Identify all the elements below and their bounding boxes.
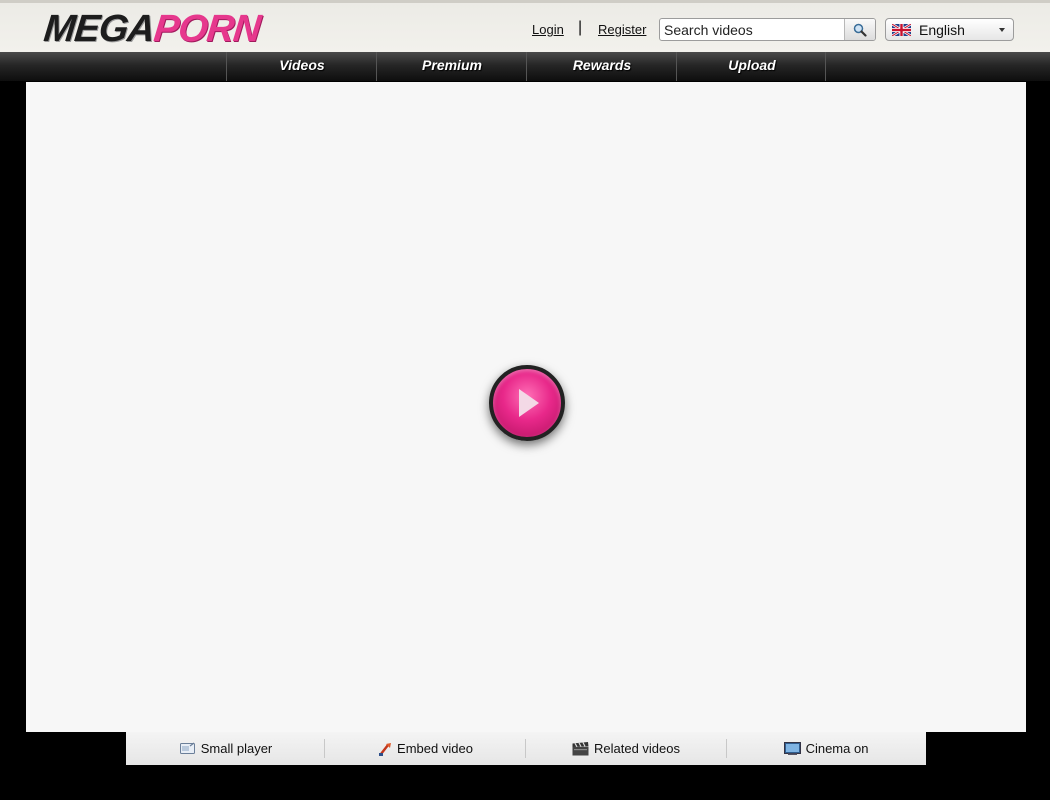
- monitor-icon: [783, 742, 801, 755]
- register-link[interactable]: Register: [598, 22, 646, 37]
- logo-text-mega: MEGA: [41, 8, 157, 50]
- nav-item-rewards[interactable]: Rewards: [526, 52, 677, 81]
- search-button[interactable]: [844, 19, 875, 40]
- language-select[interactable]: English: [885, 18, 1014, 41]
- language-selected-value: English: [919, 22, 965, 38]
- nav-item-videos[interactable]: Videos: [226, 52, 377, 81]
- embed-video-label: Embed video: [397, 741, 473, 756]
- clapperboard-icon: [572, 741, 589, 755]
- main-nav: Videos Premium Rewards Upload: [0, 52, 1050, 81]
- search-icon: [853, 23, 867, 37]
- nav-item-upload[interactable]: Upload: [676, 52, 827, 81]
- player-toolbar: Small player Embed video Related videos …: [126, 732, 926, 765]
- search-input[interactable]: [660, 19, 844, 40]
- search-box: [659, 18, 876, 41]
- small-player-label: Small player: [200, 741, 273, 756]
- small-player-button[interactable]: Small player: [126, 732, 326, 765]
- nav-divider: [825, 52, 826, 81]
- video-player[interactable]: [26, 82, 1026, 732]
- site-logo[interactable]: MEGAPORN: [41, 8, 263, 50]
- cinema-mode-label: Cinema on: [805, 741, 869, 756]
- related-videos-button[interactable]: Related videos: [526, 732, 726, 765]
- login-link[interactable]: Login: [532, 22, 564, 37]
- auth-separator: |: [578, 19, 583, 36]
- nav-item-premium[interactable]: Premium: [376, 52, 527, 81]
- embed-video-button[interactable]: Embed video: [326, 732, 526, 765]
- cinema-mode-button[interactable]: Cinema on: [726, 732, 926, 765]
- chevron-down-icon: [999, 28, 1005, 32]
- play-button[interactable]: [489, 365, 565, 441]
- embed-icon: [379, 742, 392, 756]
- uk-flag-icon: [892, 24, 911, 36]
- logo-text-porn: PORN: [151, 8, 263, 50]
- toolbar-divider: [324, 739, 325, 758]
- related-videos-label: Related videos: [594, 741, 680, 756]
- top-header: MEGAPORN Login | Register English: [0, 0, 1050, 52]
- play-icon: [519, 389, 539, 417]
- small-player-icon: [179, 742, 195, 754]
